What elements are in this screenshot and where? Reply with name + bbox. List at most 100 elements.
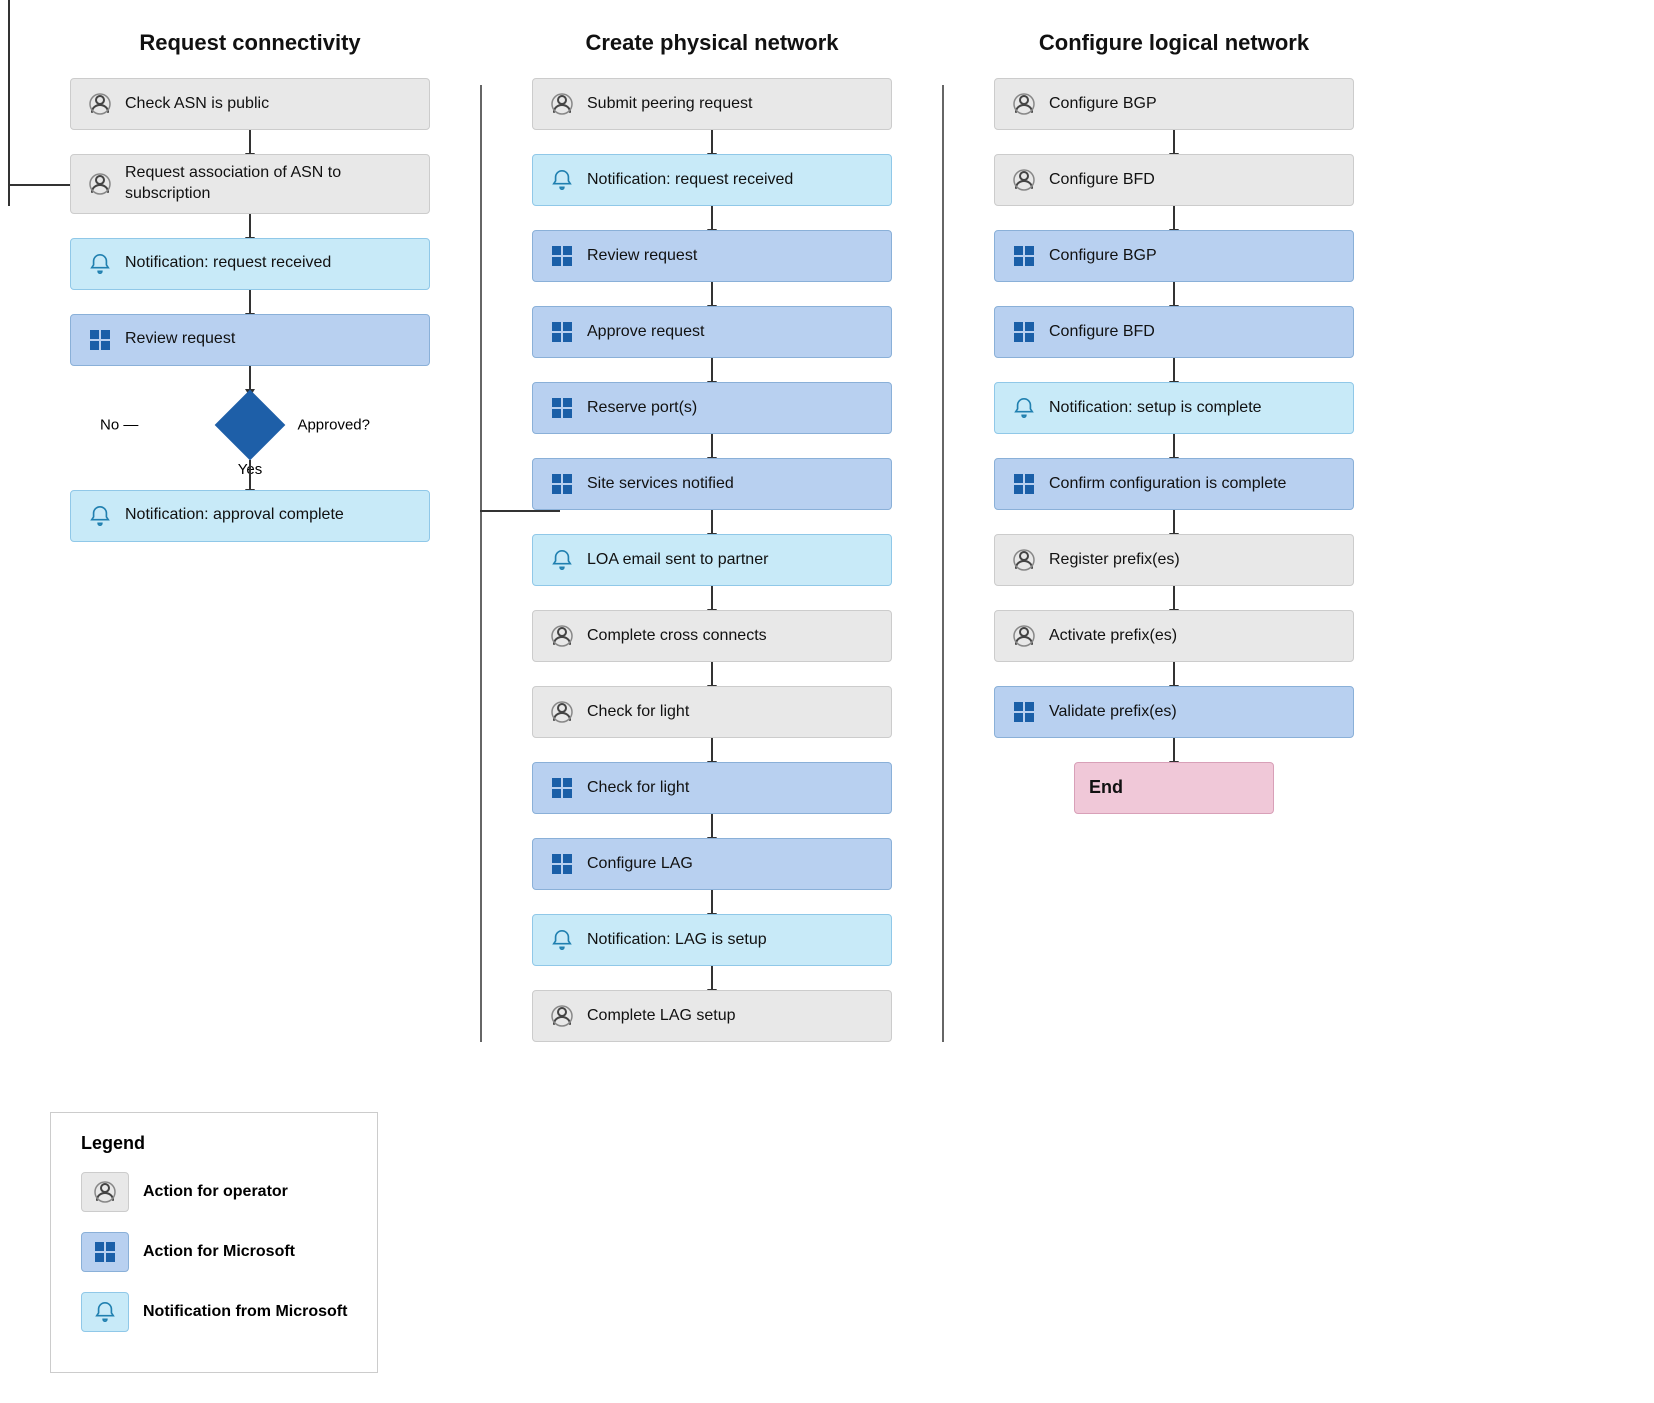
bell-icon [547, 925, 577, 955]
legend-item-microsoft: Action for Microsoft [81, 1232, 347, 1272]
windows-icon [1009, 469, 1039, 499]
node-approve-req: Approve request [532, 306, 892, 358]
node-reserve-port: Reserve port(s) [532, 382, 892, 434]
bell-icon [1009, 393, 1039, 423]
operator-icon [547, 621, 577, 651]
windows-icon [547, 241, 577, 271]
column-physical-network: Create physical network Submit peering r… [482, 30, 942, 1042]
node-text: Configure BGP [1049, 94, 1339, 115]
node-text: Review request [587, 246, 877, 267]
windows-icon [547, 393, 577, 423]
bell-icon [547, 545, 577, 575]
bell-icon [85, 249, 115, 279]
legend-label-notification: Notification from Microsoft [143, 1303, 347, 1321]
node-text: Request association of ASN to subscripti… [125, 163, 415, 205]
arrow [249, 366, 251, 390]
node-text: Notification: approval complete [125, 505, 415, 526]
operator-icon [547, 1001, 577, 1031]
node-text: Complete LAG setup [587, 1006, 877, 1027]
node-cross-connects: Complete cross connects [532, 610, 892, 662]
arrow [1173, 738, 1175, 762]
arrow [1173, 282, 1175, 306]
operator-icon [1009, 545, 1039, 575]
page-wrapper: Request connectivity Check ASN is public [20, 30, 1634, 1373]
node-text: Review request [125, 329, 415, 350]
bell-icon [547, 165, 577, 195]
arrow [711, 738, 713, 762]
node-text: Configure BFD [1049, 322, 1339, 343]
node-activate-prefix: Activate prefix(es) [994, 610, 1354, 662]
operator-icon [547, 89, 577, 119]
windows-icon [1009, 241, 1039, 271]
node-submit-peering: Submit peering request [532, 78, 892, 130]
arrow [249, 290, 251, 314]
operator-icon [547, 697, 577, 727]
arrow [1173, 130, 1175, 154]
node-text: Notification: setup is complete [1049, 398, 1339, 419]
operator-icon [1009, 621, 1039, 651]
node-text: Complete cross connects [587, 626, 877, 647]
windows-icon [1009, 317, 1039, 347]
node-configure-lag: Configure LAG [532, 838, 892, 890]
node-notif-setup-complete: Notification: setup is complete [994, 382, 1354, 434]
col1-title: Request connectivity [139, 30, 360, 56]
node-text: Validate prefix(es) [1049, 702, 1339, 723]
windows-icon [1009, 697, 1039, 727]
node-site-services: Site services notified [532, 458, 892, 510]
legend-item-operator: Action for operator [81, 1172, 347, 1212]
node-validate-prefix: Validate prefix(es) [994, 686, 1354, 738]
arrow [711, 662, 713, 686]
node-text: Submit peering request [587, 94, 877, 115]
node-check-asn: Check ASN is public [70, 78, 430, 130]
bell-icon-2 [85, 501, 115, 531]
node-text: Check for light [587, 778, 877, 799]
node-text: LOA email sent to partner [587, 550, 877, 571]
no-label: No — [100, 416, 138, 433]
node-notif-approval: Notification: approval complete [70, 490, 430, 542]
node-complete-lag: Complete LAG setup [532, 990, 892, 1042]
legend: Legend Action for operator Action for Mi… [50, 1112, 378, 1373]
legend-title: Legend [81, 1133, 347, 1154]
node-text: Site services notified [587, 474, 877, 495]
legend-icon-operator [81, 1172, 129, 1212]
node-review-req: Review request [532, 230, 892, 282]
node-text: Check for light [587, 702, 877, 723]
arrow [249, 214, 251, 238]
node-loa-email: LOA email sent to partner [532, 534, 892, 586]
node-configure-bgp-op: Configure BGP [994, 78, 1354, 130]
node-configure-bfd-ms: Configure BFD [994, 306, 1354, 358]
node-text: Notification: request received [125, 253, 415, 274]
node-text: Configure BGP [1049, 246, 1339, 267]
main-diagram: Request connectivity Check ASN is public [20, 30, 1634, 1042]
node-configure-bgp-ms: Configure BGP [994, 230, 1354, 282]
windows-icon [85, 325, 115, 355]
arrow [1173, 510, 1175, 534]
loop-line-v [8, 0, 10, 206]
windows-icon [547, 773, 577, 803]
operator-icon [1009, 165, 1039, 195]
diamond [215, 389, 286, 460]
operator-icon [1009, 89, 1039, 119]
arrow [711, 130, 713, 154]
node-text: Configure BFD [1049, 170, 1339, 191]
col2-title: Create physical network [585, 30, 838, 56]
arrow [249, 460, 251, 490]
operator-icon-2 [85, 169, 115, 199]
node-configure-bfd-op: Configure BFD [994, 154, 1354, 206]
node-text: Confirm configuration is complete [1049, 474, 1339, 495]
node-text: Configure LAG [587, 854, 877, 875]
node-text: Check ASN is public [125, 94, 415, 115]
arrow [711, 890, 713, 914]
windows-icon [547, 469, 577, 499]
approved-label: Approved? [297, 416, 370, 433]
column-logical-network: Configure logical network Configure BGP … [944, 30, 1404, 814]
arrow [711, 510, 713, 534]
node-text: Register prefix(es) [1049, 550, 1339, 571]
arrow [1173, 206, 1175, 230]
node-check-light-op: Check for light [532, 686, 892, 738]
loop-line-h [8, 184, 70, 186]
node-request-assoc: Request association of ASN to subscripti… [70, 154, 430, 214]
node-text: Notification: LAG is setup [587, 930, 877, 951]
arrow [1173, 358, 1175, 382]
arrow [1173, 662, 1175, 686]
